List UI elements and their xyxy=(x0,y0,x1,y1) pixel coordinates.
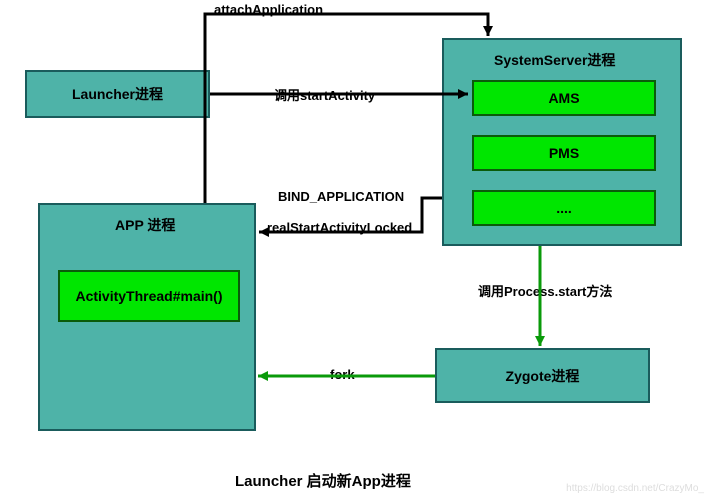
watermark: https://blog.csdn.net/CrazyMo_ xyxy=(566,483,704,494)
start-activity-label: 调用startActivity xyxy=(274,85,375,104)
ams-box: AMS xyxy=(472,80,656,116)
bind-application-label: BIND_APPLICATION xyxy=(278,189,404,204)
activity-thread-label: ActivityThread#main() xyxy=(75,288,222,304)
activity-thread-box: ActivityThread#main() xyxy=(58,270,240,322)
dots-label: .... xyxy=(556,200,572,216)
ams-label: AMS xyxy=(548,90,579,106)
zygote-process-box: Zygote进程 xyxy=(435,348,650,403)
fork-label: fork xyxy=(330,367,355,382)
app-process-container: APP 进程 ActivityThread#main() xyxy=(38,203,256,431)
diagram-caption: Launcher 启动新App进程 xyxy=(235,470,411,491)
app-process-title: APP 进程 xyxy=(115,215,175,235)
zygote-label: Zygote进程 xyxy=(506,366,580,386)
system-server-title: SystemServer进程 xyxy=(494,50,615,70)
dots-box: .... xyxy=(472,190,656,226)
launcher-process-box: Launcher进程 xyxy=(25,70,210,118)
real-start-label: realStartActivityLocked xyxy=(267,220,412,235)
pms-label: PMS xyxy=(549,145,579,161)
attach-application-label: attachApplication xyxy=(214,2,323,17)
launcher-label: Launcher进程 xyxy=(72,84,163,104)
system-server-container: SystemServer进程 AMS PMS .... xyxy=(442,38,682,246)
process-start-label: 调用Process.start方法 xyxy=(478,281,612,300)
pms-box: PMS xyxy=(472,135,656,171)
